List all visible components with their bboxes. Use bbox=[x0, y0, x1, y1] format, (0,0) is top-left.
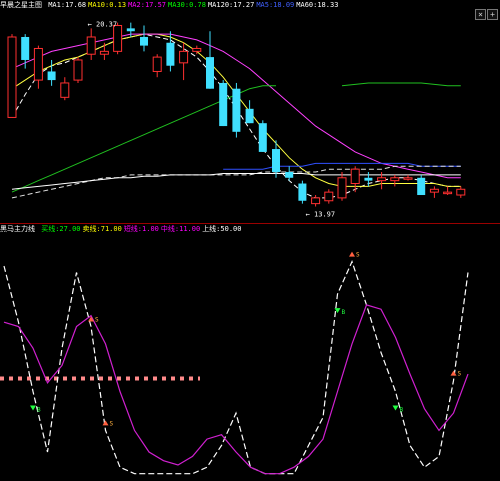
buy-signal-marker: B bbox=[334, 308, 346, 316]
main-legend-items: MA1:17.68 MA10:0.13 MA2:17.57 MA30:0.78 MA12… bbox=[48, 1, 340, 9]
svg-text:S: S bbox=[110, 420, 114, 427]
indicator-legend-item-3: 中线:11.00 bbox=[160, 225, 201, 233]
indicator-legend-item-0: 买线:27.00 bbox=[41, 225, 81, 233]
svg-text:B: B bbox=[37, 406, 41, 413]
svg-text:B: B bbox=[342, 309, 346, 316]
indicator-legend-items: 买线:27.00 卖线:71.00 短线:1.00 中线:11.00 上线:50.00 bbox=[41, 225, 243, 233]
main-legend-item-6: MA60:18.33 bbox=[296, 1, 339, 9]
indicator-legend-item-4: 上线:50.00 bbox=[202, 225, 242, 233]
expand-chart-button[interactable]: + bbox=[487, 9, 498, 20]
main-legend-item-2: MA2:17.57 bbox=[128, 1, 167, 9]
close-chart-button[interactable]: × bbox=[475, 9, 486, 20]
main-legend-item-1: MA10:0.13 bbox=[88, 1, 127, 9]
indicator-line-0 bbox=[3, 259, 469, 475]
indicator-legend-title: 黑马主力线 bbox=[0, 225, 35, 233]
main-legend-item-5: MA5:18.09 bbox=[256, 1, 295, 9]
indicator-legend: 黑马主力线 买线:27.00 卖线:71.00 短线:1.00 中线:11.00 上线:… bbox=[0, 224, 500, 235]
main-legend-item-0: MA1:17.68 bbox=[48, 1, 87, 9]
sell-signal-marker: S bbox=[349, 252, 360, 259]
main-legend-item-4: MA120:17.27 bbox=[207, 1, 255, 9]
indicator-line-1 bbox=[3, 304, 469, 475]
buy-signal-marker: B bbox=[392, 405, 404, 413]
main-legend: 早晨之星主图 MA1:17.68 MA10:0.13 MA2:17.57 MA30:0… bbox=[0, 0, 500, 11]
svg-text:B: B bbox=[400, 406, 404, 413]
svg-text:S: S bbox=[356, 252, 360, 259]
main-legend-item-3: MA30:0.78 bbox=[168, 1, 206, 9]
buy-signal-marker: B bbox=[30, 405, 41, 413]
sell-signal-marker: S bbox=[450, 370, 462, 378]
indicator-legend-item-2: 短线:1.00 bbox=[123, 225, 159, 233]
plus-icon: + bbox=[490, 10, 495, 19]
indicator-chart[interactable]: BBBBSSSS bbox=[0, 0, 500, 481]
svg-text:S: S bbox=[458, 371, 462, 378]
svg-text:S: S bbox=[95, 317, 99, 324]
main-legend-title: 早晨之星主图 bbox=[0, 1, 42, 9]
close-icon: × bbox=[478, 10, 483, 19]
indicator-legend-item-1: 卖线:71.00 bbox=[82, 225, 122, 233]
chart-window: ← 20.37← 13.97 BBBBSSSS 早晨之星主图 MA1:17.68… bbox=[0, 0, 500, 481]
